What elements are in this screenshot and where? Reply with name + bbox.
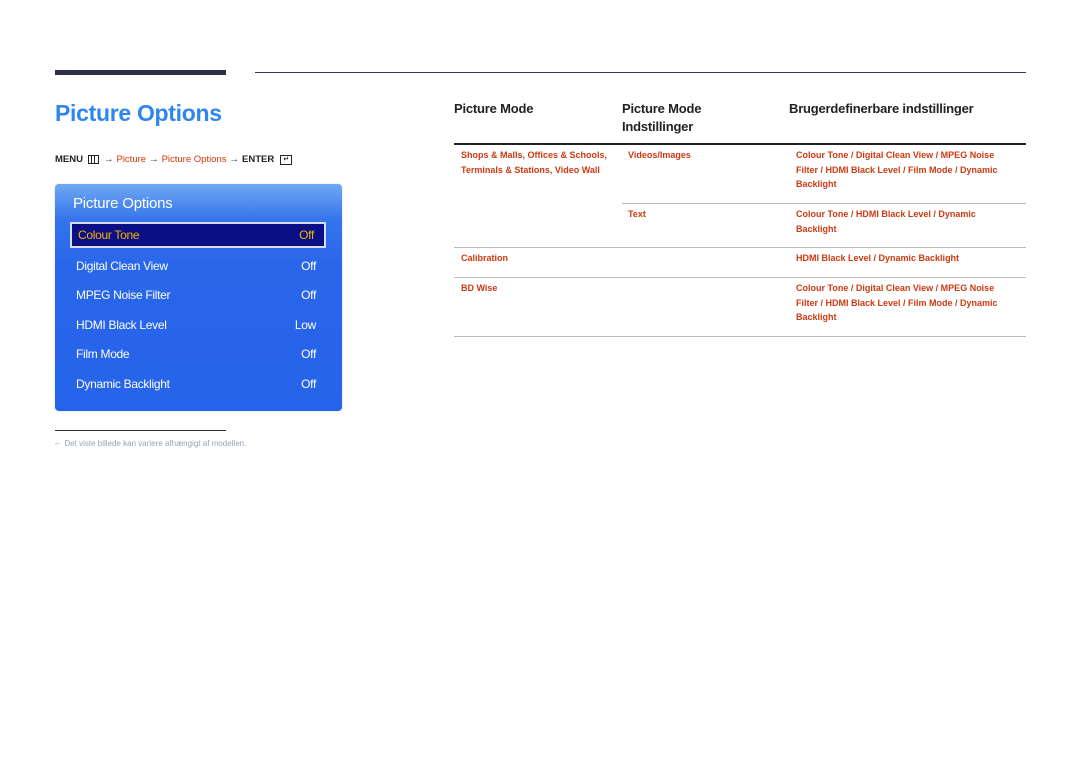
section-bar-thick	[55, 70, 226, 75]
menu-path-picture: Picture	[116, 154, 147, 165]
header-picture-mode-settings: Picture Mode Indstillinger	[622, 100, 701, 136]
cell-line: Colour Tone / Digital Clean View / MPEG …	[796, 283, 995, 293]
cell-line: Filter / HDMI Black Level / Film Mode / …	[796, 297, 998, 308]
menu-path-picture-options: Picture Options	[161, 154, 227, 165]
cell-mode: Shops & Malls, Offices & Schools, Termin…	[461, 148, 607, 177]
osd-item-film-mode[interactable]: Film Mode Off	[70, 341, 326, 367]
osd-item-value: Off	[301, 347, 316, 361]
osd-item-digital-clean-view[interactable]: Digital Clean View Off	[70, 253, 326, 279]
cell-custom: Colour Tone / Digital Clean View / MPEG …	[796, 148, 998, 192]
osd-item-label: MPEG Noise Filter	[76, 288, 171, 302]
cell-line: Terminals & Stations, Video Wall	[461, 164, 600, 175]
section-bar-thin	[255, 72, 1026, 73]
header-line: Picture Mode	[622, 101, 702, 116]
cell-line: Filter / HDMI Black Level / Film Mode / …	[796, 164, 998, 175]
cell-custom: HDMI Black Level / Dynamic Backlight	[796, 253, 960, 263]
header-rule	[454, 143, 1026, 145]
menu-icon	[87, 155, 99, 164]
enter-icon: ↵	[280, 154, 293, 165]
cell-line: Colour Tone / HDMI Black Level / Dynamic	[796, 209, 976, 219]
footnote-dash: –	[55, 439, 60, 448]
header-custom-settings: Brugerdefinerbare indstillinger	[789, 101, 974, 116]
cell-line: Backlight	[796, 179, 837, 189]
osd-item-label: Film Mode	[76, 347, 130, 361]
cell-line: Backlight	[796, 312, 837, 322]
cell-line: Shops & Malls, Offices & Schools,	[461, 150, 608, 160]
page-title: Picture Options	[55, 100, 222, 126]
footnote-divider	[55, 430, 226, 431]
row-divider	[454, 277, 1026, 278]
cell-line: Colour Tone / Digital Clean View / MPEG …	[796, 150, 995, 160]
osd-item-label: Colour Tone	[78, 228, 140, 242]
osd-item-label: Digital Clean View	[76, 259, 168, 273]
cell-setting: Videos/Images	[628, 150, 691, 160]
cell-line: Backlight	[796, 223, 837, 234]
row-divider	[454, 336, 1026, 337]
cell-custom: Colour Tone / HDMI Black Level / Dynamic…	[796, 207, 976, 236]
arrow: →	[149, 154, 159, 165]
menu-label: MENU	[55, 154, 83, 165]
osd-item-value: Off	[299, 228, 314, 242]
menu-path: MENU → Picture → Picture Options → ENTER…	[55, 154, 293, 165]
osd-item-value: Off	[301, 259, 316, 273]
cell-custom: Colour Tone / Digital Clean View / MPEG …	[796, 281, 998, 325]
osd-item-value: Off	[301, 377, 316, 391]
row-divider	[622, 203, 1026, 204]
footnote: – Det viste billede kan variere afhængigt…	[55, 439, 246, 448]
enter-label: ENTER	[242, 154, 275, 165]
footnote-text: Det viste billede kan variere afhængigt …	[64, 439, 247, 448]
picture-options-osd: Picture Options Colour Tone Off Digital …	[55, 184, 342, 411]
cell-setting: Text	[628, 209, 646, 219]
osd-item-mpeg-noise-filter[interactable]: MPEG Noise Filter Off	[70, 282, 326, 308]
osd-item-hdmi-black-level[interactable]: HDMI Black Level Low	[70, 312, 326, 338]
osd-item-label: Dynamic Backlight	[76, 377, 170, 391]
row-divider	[454, 247, 1026, 248]
osd-item-value: Off	[301, 288, 316, 302]
arrow: →	[229, 154, 240, 165]
osd-item-label: HDMI Black Level	[76, 318, 167, 332]
osd-title: Picture Options	[73, 195, 173, 212]
cell-mode: BD Wise	[461, 283, 498, 293]
header-line: Indstillinger	[622, 119, 694, 134]
header-picture-mode: Picture Mode	[454, 101, 534, 116]
osd-item-dynamic-backlight[interactable]: Dynamic Backlight Off	[70, 371, 326, 397]
cell-mode: Calibration	[461, 253, 509, 263]
osd-item-value: Low	[294, 318, 316, 332]
arrow: →	[103, 154, 114, 165]
osd-item-colour-tone[interactable]: Colour Tone Off	[70, 222, 326, 248]
